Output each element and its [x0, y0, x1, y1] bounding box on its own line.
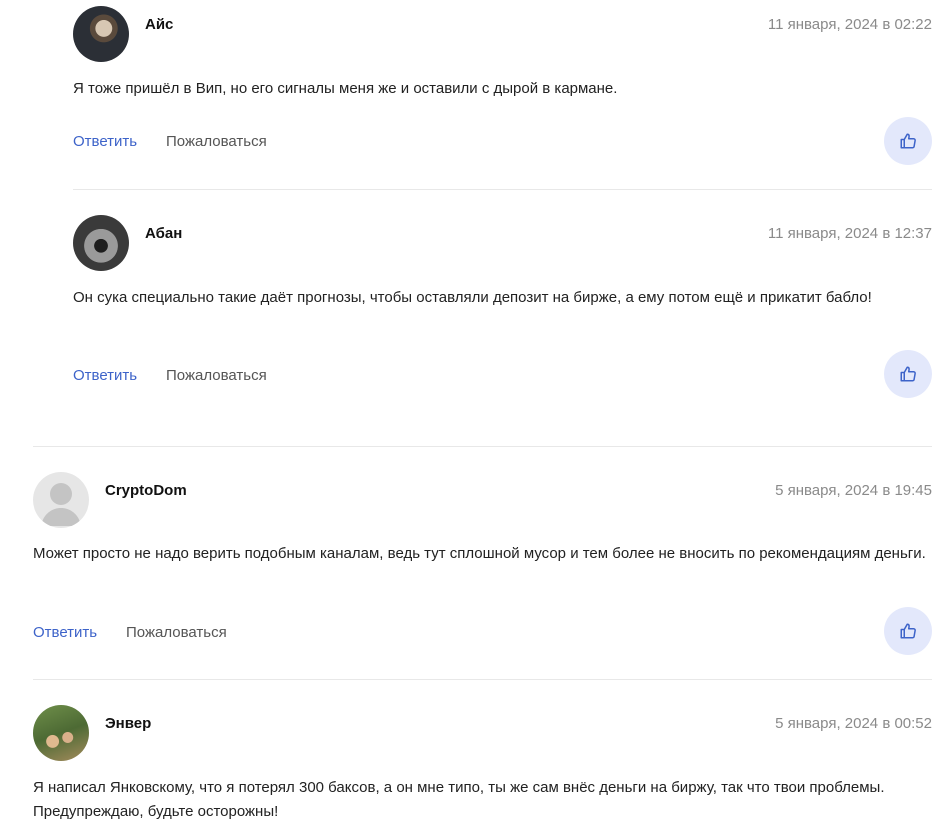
avatar[interactable]: [73, 6, 129, 62]
comment-date: 11 января, 2024 в 12:37: [767, 225, 932, 242]
comment-date: 11 января, 2024 в 02:22: [767, 16, 932, 33]
avatar[interactable]: [33, 472, 89, 528]
comment-text: Я написал Янковскому, что я потерял 300 …: [33, 779, 885, 820]
comment-author[interactable]: Абан: [145, 225, 182, 242]
avatar[interactable]: [33, 705, 89, 761]
comment-text: Может просто не надо верить подобным кан…: [33, 545, 926, 562]
thumbs-up-icon: [900, 623, 916, 639]
comment: Абан 11 января, 2024 в 12:37 Он сука спе…: [73, 215, 932, 405]
comment: Айс 11 января, 2024 в 02:22 Я тоже пришё…: [73, 6, 932, 176]
reply-button[interactable]: Ответить: [73, 367, 137, 384]
comment: CryptoDom 5 января, 2024 в 19:45 Может п…: [33, 472, 932, 662]
divider: [33, 679, 932, 680]
report-button[interactable]: Пожаловаться: [166, 367, 267, 384]
comment-author[interactable]: Энвер: [105, 715, 151, 732]
divider: [33, 446, 932, 447]
comment-author[interactable]: Айс: [145, 16, 173, 33]
comment-text: Я тоже пришёл в Вип, но его сигналы меня…: [73, 80, 618, 97]
divider: [73, 189, 932, 190]
avatar[interactable]: [73, 215, 129, 271]
like-button[interactable]: [884, 350, 932, 398]
report-button[interactable]: Пожаловаться: [126, 624, 227, 641]
comment-date: 5 января, 2024 в 19:45: [775, 482, 932, 499]
reply-button[interactable]: Ответить: [33, 624, 97, 641]
comment-date: 5 января, 2024 в 00:52: [775, 715, 932, 732]
default-user-icon: [41, 483, 81, 526]
reply-button[interactable]: Ответить: [73, 133, 137, 150]
thumbs-up-icon: [900, 133, 916, 149]
comment: Энвер 5 января, 2024 в 00:52 Я написал Я…: [33, 705, 932, 836]
like-button[interactable]: [884, 607, 932, 655]
comment-text: Он сука специально такие даёт прогнозы, …: [73, 289, 872, 306]
thumbs-up-icon: [900, 366, 916, 382]
comment-author[interactable]: CryptoDom: [105, 482, 187, 499]
report-button[interactable]: Пожаловаться: [166, 133, 267, 150]
like-button[interactable]: [884, 117, 932, 165]
